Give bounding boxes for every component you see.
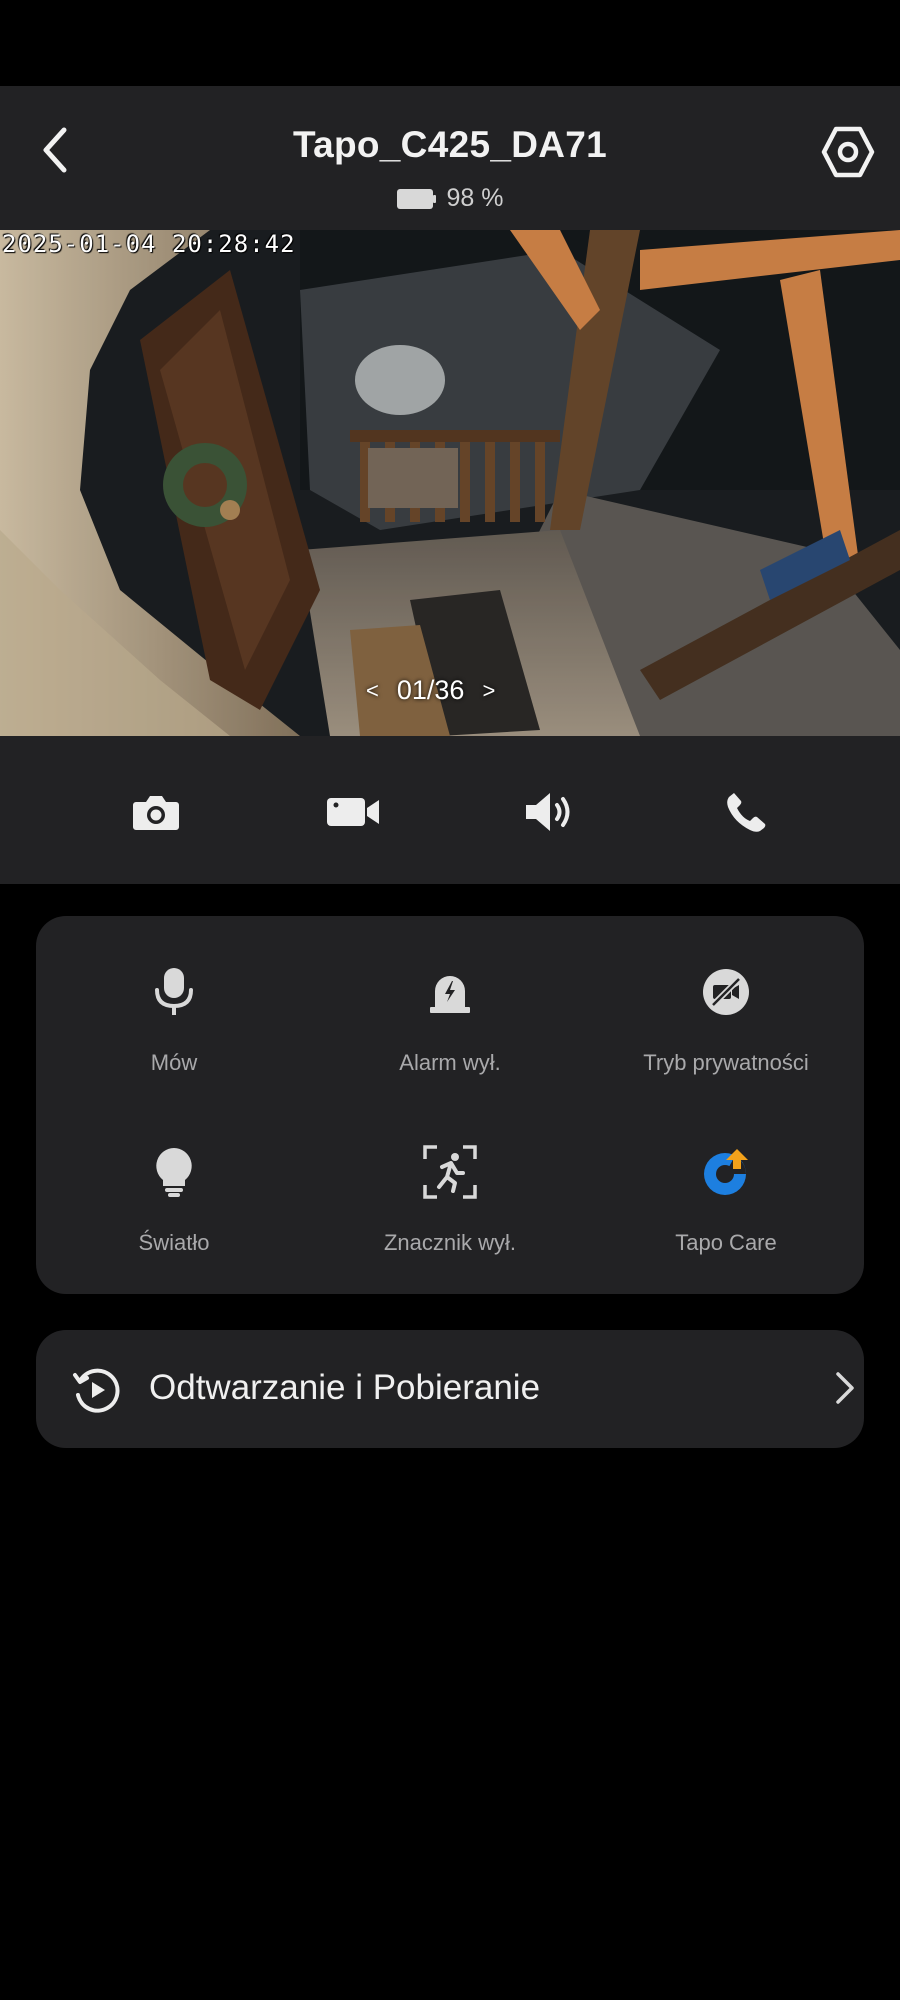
microphone-icon (155, 968, 193, 1015)
video-controls-bar (0, 736, 900, 884)
next-clip-button[interactable]: > (482, 678, 495, 704)
battery-percentage: 98 % (446, 184, 504, 212)
alarm-feature[interactable]: Alarm wył. (312, 916, 588, 1076)
playback-label: Odtwarzanie i Pobieranie (149, 1368, 541, 1407)
light-label: Światło (138, 1230, 210, 1255)
light-bulb-icon (156, 1148, 192, 1197)
video-camera-icon (327, 798, 379, 826)
alarm-siren-icon (430, 976, 470, 1013)
phone-icon (727, 793, 766, 832)
snapshot-button[interactable] (126, 784, 186, 840)
feature-grid: Mów Alarm wył. Tryb prywatności Światło … (36, 916, 864, 1294)
clip-counter: 01/36 (396, 675, 465, 705)
battery-status: 98 % (0, 184, 900, 213)
live-video-feed[interactable]: 2025-01-04 20:28:42 < 01/36 > (0, 230, 900, 736)
settings-hexagon-icon (821, 126, 875, 178)
privacy-mode-feature[interactable]: Tryb prywatności (588, 916, 864, 1076)
speaker-icon (526, 793, 570, 831)
motion-marker-icon (423, 1145, 477, 1199)
battery-icon (396, 188, 436, 209)
motion-marker-label: Znacznik wył. (383, 1230, 517, 1255)
tapo-care-feature[interactable]: Tapo Care (588, 1096, 864, 1256)
camera-icon (133, 796, 179, 830)
talk-feature[interactable]: Mów (36, 916, 312, 1076)
playback-history-icon (73, 1368, 120, 1413)
tapo-care-label: Tapo Care (675, 1230, 777, 1255)
clip-pager: < 01/36 > (366, 675, 495, 706)
light-feature[interactable]: Światło (36, 1096, 312, 1256)
motion-marker-feature[interactable]: Znacznik wył. (312, 1096, 588, 1256)
privacy-mode-label: Tryb prywatności (643, 1050, 809, 1075)
status-bar (0, 0, 900, 86)
video-timestamp: 2025-01-04 20:28:42 (2, 230, 296, 258)
settings-button[interactable] (818, 122, 878, 182)
tapo-care-icon (704, 1149, 748, 1195)
record-button[interactable] (324, 784, 384, 840)
talk-label: Mów (150, 1050, 198, 1075)
previous-clip-button[interactable]: < (366, 678, 379, 704)
sound-button[interactable] (520, 784, 580, 840)
camera-scene-image (0, 230, 900, 736)
privacy-mode-icon (703, 969, 749, 1015)
device-title: Tapo_C425_DA71 (292, 124, 608, 165)
chevron-right-icon (836, 1372, 854, 1404)
alarm-label: Alarm wył. (399, 1050, 501, 1075)
header: Tapo_C425_DA71 98 % (0, 86, 900, 230)
call-button[interactable] (716, 784, 776, 840)
playback-download-row[interactable]: Odtwarzanie i Pobieranie (36, 1330, 864, 1448)
